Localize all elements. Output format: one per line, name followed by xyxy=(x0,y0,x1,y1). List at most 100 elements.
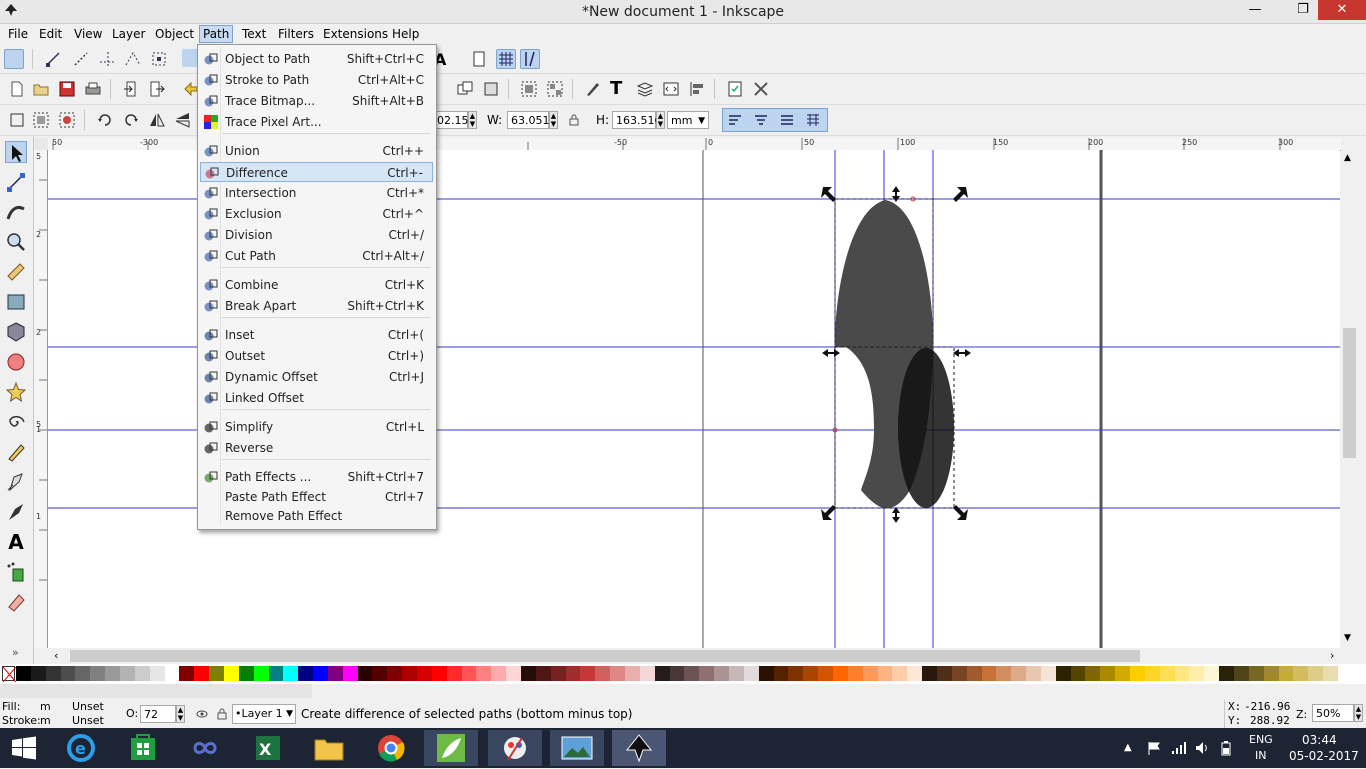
color-swatch[interactable] xyxy=(431,666,448,681)
color-swatch[interactable] xyxy=(446,666,463,681)
layer-lock-icon[interactable] xyxy=(216,708,228,720)
select-all-icon[interactable] xyxy=(8,111,26,129)
color-swatch[interactable] xyxy=(372,666,388,681)
color-swatch[interactable] xyxy=(1144,666,1161,681)
color-swatch[interactable] xyxy=(654,666,671,681)
color-swatch[interactable] xyxy=(1070,666,1086,681)
color-swatch[interactable] xyxy=(535,666,552,681)
color-swatch[interactable] xyxy=(461,666,477,681)
color-swatch[interactable] xyxy=(223,666,240,681)
color-swatch[interactable] xyxy=(253,666,269,681)
flip-vertical-icon[interactable] xyxy=(174,111,192,129)
lock-icon[interactable] xyxy=(568,114,580,126)
h-input[interactable]: 163.516 xyxy=(612,111,662,129)
snap-path-icon[interactable] xyxy=(72,50,90,68)
color-swatch[interactable] xyxy=(610,666,626,681)
no-paint-swatch[interactable] xyxy=(2,666,17,683)
text-tool-icon[interactable]: A xyxy=(5,531,27,553)
transform-patterns-icon[interactable] xyxy=(804,111,822,129)
region-label[interactable]: IN xyxy=(1255,749,1266,762)
color-swatch[interactable] xyxy=(1159,666,1176,681)
color-swatch[interactable] xyxy=(728,666,745,681)
menu-edit[interactable]: Edit xyxy=(39,27,62,41)
maximize-button[interactable]: ❐ xyxy=(1288,0,1318,20)
battery-icon[interactable] xyxy=(1218,740,1234,756)
network-icon[interactable] xyxy=(1170,740,1186,756)
selector-tool-icon[interactable] xyxy=(5,141,27,163)
stroke-state[interactable]: Unset xyxy=(72,714,104,727)
color-swatch[interactable] xyxy=(1308,666,1324,681)
flag-icon[interactable] xyxy=(1146,740,1162,756)
clone-icon[interactable] xyxy=(482,80,500,98)
color-swatch[interactable] xyxy=(936,666,953,681)
import-icon[interactable] xyxy=(122,80,140,98)
scroll-right-icon[interactable]: › xyxy=(1330,649,1334,662)
leaf-app-icon[interactable] xyxy=(424,730,478,766)
menu-item-union[interactable]: Union Ctrl++ xyxy=(200,141,433,161)
color-swatch[interactable] xyxy=(1115,666,1131,681)
zoom-input[interactable]: 50% xyxy=(1312,704,1354,722)
zoom-spinner[interactable]: ▲ ▼ xyxy=(1354,704,1363,722)
minimize-button[interactable]: — xyxy=(1240,0,1270,20)
fill-state[interactable]: Unset xyxy=(72,700,104,713)
paint-app-icon[interactable] xyxy=(488,730,542,766)
color-swatch[interactable] xyxy=(862,666,879,681)
color-swatch[interactable] xyxy=(1219,666,1235,681)
3d-box-tool-icon[interactable] xyxy=(5,321,27,343)
duplicate-icon[interactable] xyxy=(456,80,474,98)
align-distribute-icon[interactable] xyxy=(688,80,706,98)
transform-gradients-icon[interactable] xyxy=(778,111,796,129)
color-swatch[interactable] xyxy=(1085,666,1101,681)
color-swatch[interactable] xyxy=(550,666,567,681)
menu-item-trace-pixel-art[interactable]: Trace Pixel Art... xyxy=(200,112,433,132)
color-swatch[interactable] xyxy=(60,666,76,681)
color-swatch[interactable] xyxy=(699,666,715,681)
color-swatch[interactable] xyxy=(580,666,596,681)
menu-item-difference[interactable]: Difference Ctrl+- xyxy=(200,162,433,182)
store-icon[interactable] xyxy=(116,730,170,766)
color-swatch[interactable] xyxy=(565,666,581,681)
close-button[interactable]: ✕ xyxy=(1318,0,1366,20)
color-swatch[interactable] xyxy=(506,666,522,681)
menu-item-intersection[interactable]: Intersection Ctrl+* xyxy=(200,183,433,203)
color-swatch[interactable] xyxy=(1293,666,1309,681)
document-properties-icon[interactable] xyxy=(726,80,744,98)
toolbox-overflow-icon[interactable]: » xyxy=(12,646,19,659)
layer-visibility-icon[interactable] xyxy=(196,708,208,720)
menu-item-outset[interactable]: Outset Ctrl+) xyxy=(200,346,433,366)
color-swatch[interactable] xyxy=(907,666,923,681)
ellipse-tool-icon[interactable] xyxy=(5,351,27,373)
color-swatch[interactable] xyxy=(714,666,730,681)
color-swatch[interactable] xyxy=(818,666,834,681)
menu-filters[interactable]: Filters xyxy=(278,27,314,41)
color-swatch[interactable] xyxy=(1248,666,1265,681)
color-swatch[interactable] xyxy=(342,666,359,681)
menu-item-path-effects[interactable]: Path Effects ... Shift+Ctrl+7 xyxy=(200,467,433,487)
save-icon[interactable] xyxy=(58,80,76,98)
color-swatch[interactable] xyxy=(298,666,314,681)
menu-item-inset[interactable]: Inset Ctrl+( xyxy=(200,325,433,345)
color-swatch[interactable] xyxy=(45,666,62,681)
menu-object[interactable]: Object xyxy=(155,27,194,41)
snap-nodes-icon[interactable] xyxy=(44,50,62,68)
color-swatch[interactable] xyxy=(1234,666,1250,681)
color-swatch[interactable] xyxy=(119,666,136,681)
deselect-icon[interactable] xyxy=(58,111,76,129)
menu-item-remove-path-effect[interactable]: Remove Path Effect xyxy=(200,506,433,526)
menu-item-object-to-path[interactable]: Object to Path Shift+Ctrl+C xyxy=(200,49,433,69)
color-swatch[interactable] xyxy=(788,666,804,681)
scroll-up-icon[interactable]: ▲ xyxy=(1344,153,1351,163)
difference-shape-top[interactable] xyxy=(898,348,954,508)
color-swatch[interactable] xyxy=(164,666,180,681)
color-swatch[interactable] xyxy=(1055,666,1072,681)
color-swatch[interactable] xyxy=(357,666,373,681)
color-swatch[interactable] xyxy=(981,666,997,681)
color-swatch[interactable] xyxy=(402,666,418,681)
rotate-ccw-icon[interactable] xyxy=(96,111,114,129)
color-swatch[interactable] xyxy=(238,666,255,681)
color-swatch[interactable] xyxy=(134,666,151,681)
color-swatch[interactable] xyxy=(90,666,106,681)
menu-item-division[interactable]: Division Ctrl+/ xyxy=(200,225,433,245)
scroll-left-icon[interactable]: ‹ xyxy=(54,649,58,662)
snap-cusp-icon[interactable] xyxy=(124,50,142,68)
